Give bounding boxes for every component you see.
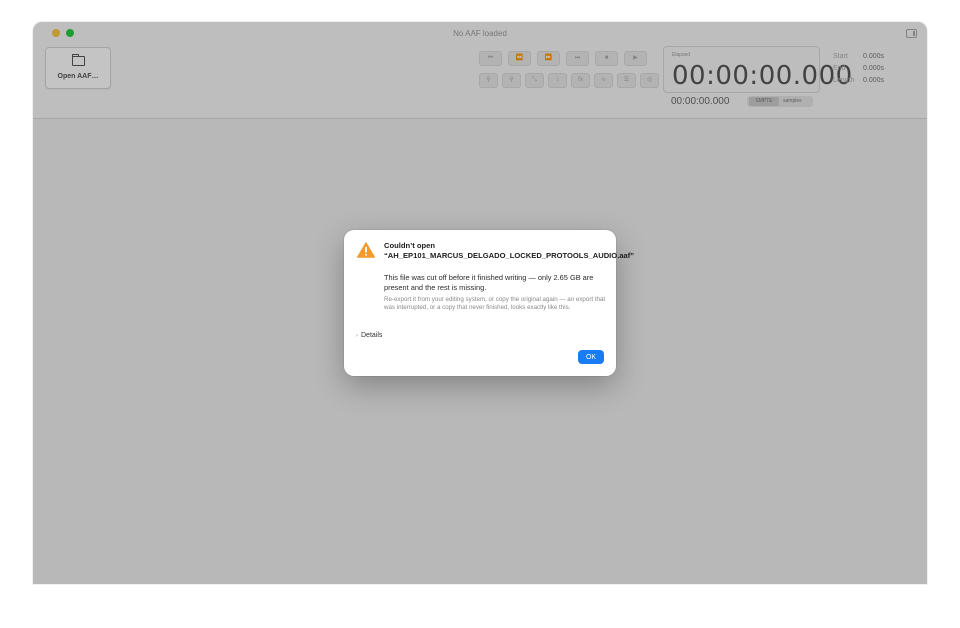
stop-button[interactable]: ■ (595, 51, 618, 66)
format-smpte[interactable]: SMPTE (749, 97, 779, 106)
start-label: Start (833, 53, 848, 60)
timecode-display: Elapsed 00:00:00.000 (663, 46, 852, 93)
sidebar-toggle-icon[interactable] (906, 29, 917, 38)
fit-width-icon: ⤡ (532, 77, 537, 83)
target-button[interactable]: ◎ (640, 73, 659, 88)
end-value: 0.000s (863, 65, 885, 72)
play-button[interactable]: ▶ (624, 51, 647, 66)
layers-icon: ☰ (623, 77, 630, 83)
toolbar: No AAF loaded Open AAF… ⏮ ⏪ ⏩ ⏭ ■ ▶ ⚲ ⚲ … (33, 22, 927, 119)
fast-forward-icon: ⏩ (544, 55, 553, 61)
skip-forward-button[interactable]: ⏭ (566, 51, 589, 66)
folder-icon (72, 54, 85, 66)
length-value: 0.000s (863, 77, 885, 84)
timecode-value: 00:00:00.000 (672, 61, 853, 91)
fit-height-button[interactable]: ↕ (548, 73, 567, 88)
timecode-secondary: 00:00:00.000 (671, 96, 730, 107)
timecode-format-toggle[interactable]: SMPTE samples (747, 96, 813, 107)
end-label: End (833, 65, 846, 72)
rewind-icon: ⏪ (515, 55, 524, 61)
timecode-label: Elapsed (672, 52, 691, 58)
stop-icon: ■ (604, 55, 609, 61)
zoom-in-button[interactable]: ⚲ (502, 73, 521, 88)
fx-icon: fx (578, 77, 583, 83)
skip-back-button[interactable]: ⏮ (479, 51, 502, 66)
chevron-right-icon: › (356, 333, 358, 339)
range-info: Start 0.000s End 0.000s Length 0.000s (833, 51, 884, 87)
zoom-in-icon: ⚲ (509, 77, 514, 83)
play-icon: ▶ (633, 55, 638, 61)
zoom-out-icon: ⚲ (486, 77, 491, 83)
target-icon: ◎ (646, 77, 653, 83)
open-aaf-button[interactable]: Open AAF… (45, 47, 111, 89)
window-title: No AAF loaded (453, 29, 507, 38)
fit-width-button[interactable]: ⤡ (525, 73, 544, 88)
ok-button[interactable]: OK (578, 350, 604, 364)
fit-height-icon: ↕ (556, 77, 559, 83)
layers-button[interactable]: ☰ (617, 73, 636, 88)
warning-icon (357, 242, 375, 258)
dialog-note: Re-export it from your editing system, o… (384, 296, 606, 311)
fast-forward-button[interactable]: ⏩ (537, 51, 560, 66)
rewind-button[interactable]: ⏪ (508, 51, 531, 66)
skip-forward-icon: ⏭ (574, 55, 581, 61)
details-disclosure[interactable]: › Details (356, 332, 382, 339)
waveform-icon: ∿ (600, 77, 607, 83)
waveform-button[interactable]: ∿ (594, 73, 613, 88)
error-dialog: Couldn’t open “AH_EP101_MARCUS_DELGADO_L… (344, 230, 635, 376)
length-label: Length (833, 77, 855, 84)
start-value: 0.000s (863, 53, 885, 60)
open-aaf-label: Open AAF… (57, 73, 99, 80)
skip-back-icon: ⏮ (487, 55, 494, 61)
details-label: Details (361, 332, 383, 339)
dialog-title: Couldn’t open “AH_EP101_MARCUS_DELGADO_L… (384, 241, 635, 260)
format-samples[interactable]: samples (783, 97, 802, 106)
fx-button[interactable]: fx (571, 73, 590, 88)
dialog-message: This file was cut off before it finished… (384, 273, 594, 292)
zoom-out-button[interactable]: ⚲ (479, 73, 498, 88)
